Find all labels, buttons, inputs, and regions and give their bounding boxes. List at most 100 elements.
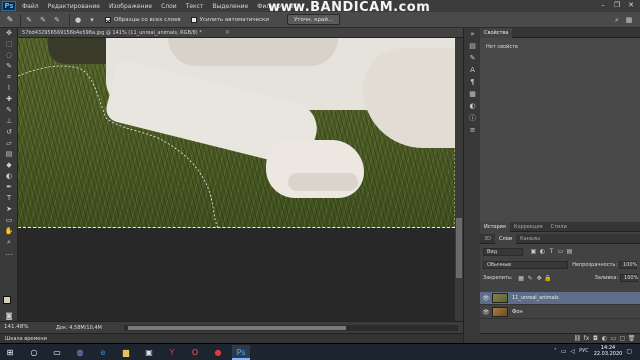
new-selection-icon[interactable]: ✎: [24, 15, 34, 25]
sample-all-layers-checkbox[interactable]: [105, 16, 111, 23]
healing-tool-icon[interactable]: ✚: [0, 94, 18, 105]
tab-3d[interactable]: 3D: [480, 234, 495, 244]
auto-enhance-checkbox[interactable]: [190, 16, 197, 23]
more-tools-icon[interactable]: …: [0, 248, 18, 259]
blur-tool-icon[interactable]: ◆: [0, 160, 18, 171]
brush-tool-icon[interactable]: ✎: [0, 105, 18, 116]
eraser-tool-icon[interactable]: ▱: [0, 138, 18, 149]
shape-tool-icon[interactable]: ▭: [0, 215, 18, 226]
menu-type[interactable]: Текст: [186, 3, 204, 10]
quick-selection-tool-icon[interactable]: ✎: [0, 61, 18, 72]
layer-item-background[interactable]: 👁 Фон: [480, 306, 640, 319]
workspace-icon[interactable]: ▦: [624, 15, 634, 25]
smart-object-filter-icon[interactable]: ▤: [565, 248, 574, 255]
maximize-button[interactable]: ❐: [610, 0, 624, 10]
store-icon[interactable]: ▣: [140, 345, 158, 360]
dodge-tool-icon[interactable]: ◐: [0, 171, 18, 182]
blend-mode-select[interactable]: Обычные: [483, 261, 569, 269]
shape-filter-icon[interactable]: ▭: [556, 248, 565, 255]
language-indicator[interactable]: РУС: [579, 348, 589, 354]
timeline-panel-tab[interactable]: Шкала времени: [0, 333, 463, 343]
link-layers-icon[interactable]: ⛓: [573, 335, 582, 342]
layer-style-icon[interactable]: fx: [582, 335, 591, 342]
history-panel-icon[interactable]: ▤: [464, 40, 481, 52]
image-filter-icon[interactable]: ▣: [529, 248, 538, 255]
auto-enhance-option[interactable]: Усилить автоматически: [190, 16, 269, 23]
refine-edge-button[interactable]: Уточн. край...: [286, 14, 341, 25]
edge-browser-icon[interactable]: e: [94, 345, 112, 360]
stamp-tool-icon[interactable]: ⊥: [0, 116, 18, 127]
fill-field[interactable]: 100%: [620, 274, 638, 282]
new-layer-icon[interactable]: ▢: [618, 335, 627, 342]
tab-history[interactable]: История: [480, 221, 510, 232]
menu-select[interactable]: Выделение: [212, 3, 248, 10]
color-swatches[interactable]: [3, 296, 15, 308]
add-mask-icon[interactable]: ◘: [591, 335, 600, 342]
record-icon[interactable]: ●: [209, 345, 227, 360]
volume-icon[interactable]: ◁: [571, 348, 576, 355]
brush-size-icon[interactable]: ●: [73, 15, 83, 25]
opacity-field[interactable]: 100%: [619, 261, 637, 269]
pen-tool-icon[interactable]: ✒: [0, 182, 18, 193]
vertical-scroll-thumb[interactable]: [456, 218, 462, 278]
lock-position-icon[interactable]: ✥: [535, 275, 544, 282]
search-icon[interactable]: ⌕: [612, 15, 622, 25]
delete-layer-icon[interactable]: 🗑: [627, 335, 636, 342]
document-image[interactable]: [18, 38, 455, 228]
type-tool-icon[interactable]: T: [0, 193, 18, 204]
network-icon[interactable]: ▭: [561, 348, 567, 355]
adjustments-panel-icon[interactable]: ◐: [464, 100, 481, 112]
quick-selection-tool-icon[interactable]: ✎: [3, 14, 17, 26]
tab-layers[interactable]: Слои: [495, 233, 517, 244]
yandex-browser-icon[interactable]: Y: [163, 345, 181, 360]
brush-panel-icon[interactable]: ✎: [464, 52, 481, 64]
zoom-tool-icon[interactable]: ⌕: [0, 237, 18, 248]
new-group-icon[interactable]: ▭: [609, 335, 618, 342]
cortana-icon[interactable]: ◍: [71, 345, 89, 360]
file-explorer-icon[interactable]: ▆: [117, 345, 135, 360]
character-panel-icon[interactable]: A: [464, 64, 481, 76]
zoom-level-field[interactable]: 141.48%: [4, 324, 28, 332]
close-button[interactable]: ✕: [624, 0, 638, 10]
vertical-scrollbar[interactable]: [455, 38, 463, 321]
menu-file[interactable]: Файл: [22, 3, 39, 10]
add-selection-icon[interactable]: ✎: [38, 15, 48, 25]
crop-tool-icon[interactable]: ⌗: [0, 72, 18, 83]
chevron-up-icon[interactable]: ˄: [554, 348, 557, 355]
layer-filter-select[interactable]: Вид: [483, 247, 523, 256]
task-view-icon[interactable]: ▭: [48, 345, 66, 360]
swatches-panel-icon[interactable]: ▦: [464, 88, 481, 100]
new-adjustment-icon[interactable]: ◐: [600, 335, 609, 342]
document-tab[interactable]: 57bd432956569156b4e598a.jpg @ 141% (11_u…: [18, 28, 463, 38]
foreground-color[interactable]: [3, 296, 11, 304]
tab-adjustments[interactable]: Коррекция: [510, 222, 547, 232]
visibility-eye-icon[interactable]: 👁: [480, 295, 492, 302]
hand-tool-icon[interactable]: ✋: [0, 226, 18, 237]
eyedropper-tool-icon[interactable]: ⌇: [0, 83, 18, 94]
lock-transparency-icon[interactable]: ▦: [517, 275, 526, 282]
canvas-area[interactable]: [18, 38, 455, 321]
tab-channels[interactable]: Каналы: [516, 234, 544, 244]
menu-layers[interactable]: Слои: [161, 3, 177, 10]
minimize-button[interactable]: –: [596, 0, 610, 10]
start-button-icon[interactable]: ⊞: [0, 345, 20, 360]
history-brush-tool-icon[interactable]: ↺: [0, 127, 18, 138]
clock[interactable]: 14:24 22.03.2020: [594, 345, 623, 357]
chevron-down-icon[interactable]: ▾: [87, 15, 97, 25]
channels-panel-icon[interactable]: ≡: [464, 124, 481, 136]
horizontal-scrollbar[interactable]: [124, 325, 458, 331]
visibility-eye-icon[interactable]: 👁: [480, 309, 492, 316]
collapse-icon[interactable]: »: [464, 28, 481, 40]
subtract-selection-icon[interactable]: ✎: [52, 15, 62, 25]
marquee-tool-icon[interactable]: ⬚: [0, 39, 18, 50]
lock-all-icon[interactable]: 🔒: [544, 275, 553, 282]
opera-browser-icon[interactable]: O: [186, 345, 204, 360]
path-selection-tool-icon[interactable]: ➤: [0, 204, 18, 215]
gradient-tool-icon[interactable]: ▤: [0, 149, 18, 160]
notifications-icon[interactable]: ▢: [626, 348, 632, 355]
close-icon[interactable]: ×: [225, 29, 230, 36]
type-filter-icon[interactable]: T: [547, 248, 556, 255]
move-tool-icon[interactable]: ✥: [0, 28, 18, 39]
sample-all-layers-option[interactable]: Образцы со всех слоев: [105, 16, 181, 23]
horizontal-scroll-thumb[interactable]: [128, 326, 346, 330]
